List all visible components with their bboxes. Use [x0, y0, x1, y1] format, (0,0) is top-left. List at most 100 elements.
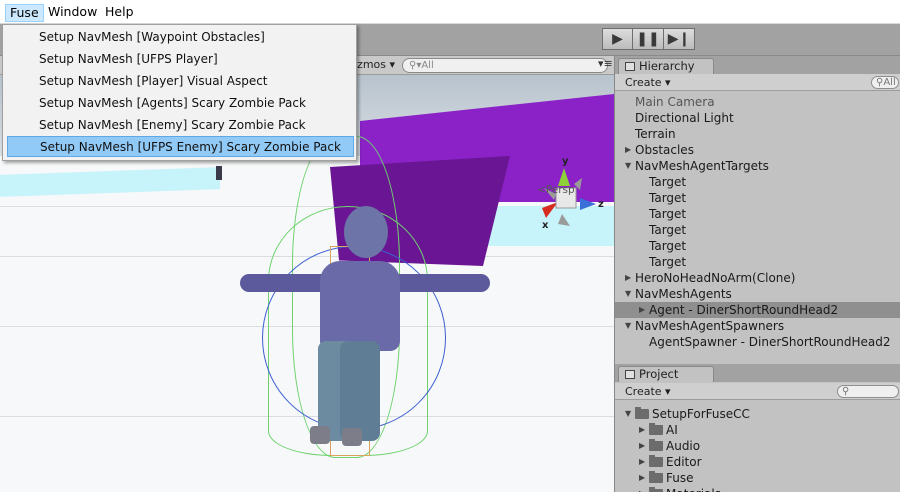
play-button[interactable]: ▶ — [602, 28, 633, 50]
hierarchy-row[interactable]: ▼ NavMeshAgents — [615, 286, 900, 302]
fuse-dropdown-menu: Setup NavMesh [Waypoint Obstacles] Setup… — [2, 24, 357, 161]
project-row[interactable]: ▶ AI — [615, 422, 900, 438]
hierarchy-row-label: Agent - DinerShortRoundHead2 — [649, 303, 839, 317]
axis-gizmo-icon: y z x — [542, 156, 604, 231]
hierarchy-tabbar: Hierarchy — [615, 56, 900, 74]
hierarchy-row[interactable]: Main Camera — [615, 94, 900, 110]
hierarchy-row-label: HeroNoHeadNoArm(Clone) — [635, 271, 796, 285]
hierarchy-row-label: NavMeshAgents — [635, 287, 732, 301]
hierarchy-search-input[interactable]: ⚲All — [871, 76, 899, 89]
menu-item-agents-zombie[interactable]: Setup NavMesh [Agents] Scary Zombie Pack — [7, 93, 354, 114]
hierarchy-tab-label: Hierarchy — [639, 59, 695, 73]
hierarchy-row[interactable]: ▼ NavMeshAgentSpawners — [615, 318, 900, 334]
play-icon: ▶ — [612, 31, 623, 47]
step-icon: ▶❙ — [667, 31, 691, 47]
project-row-label: Fuse — [666, 471, 694, 485]
expand-down-icon[interactable]: ▼ — [625, 406, 631, 422]
hierarchy-create-button[interactable]: Create ▾ — [625, 76, 671, 89]
menu-item-ufps-enemy-zombie[interactable]: Setup NavMesh [UFPS Enemy] Scary Zombie … — [7, 136, 354, 157]
expand-right-icon[interactable]: ▶ — [639, 470, 645, 486]
folder-icon — [649, 455, 663, 467]
hierarchy-row-label: Target — [649, 255, 687, 269]
scene-search-placeholder: All — [421, 60, 434, 71]
hierarchy-row[interactable]: Target — [615, 206, 900, 222]
hierarchy-row-label: NavMeshAgentTargets — [635, 159, 769, 173]
folder-icon — [649, 423, 663, 435]
hierarchy-row[interactable]: ▶ HeroNoHeadNoArm(Clone) — [615, 270, 900, 286]
hierarchy-row-label: Target — [649, 223, 687, 237]
menu-bar: Fuse Window Help — [0, 0, 900, 24]
hierarchy-row[interactable]: Terrain — [615, 126, 900, 142]
hierarchy-row[interactable]: Directional Light — [615, 110, 900, 126]
hierarchy-row[interactable]: ▶ Agent - DinerShortRoundHead2 — [615, 302, 900, 318]
menu-fuse[interactable]: Fuse — [5, 4, 44, 22]
search-icon: ⚲ — [842, 386, 850, 397]
axis-y-label: y — [562, 156, 569, 167]
hierarchy-panel: Hierarchy Create ▾ ⚲All Main Camera Direc… — [614, 56, 900, 364]
hierarchy-row[interactable]: Target — [615, 238, 900, 254]
menu-item-enemy-zombie[interactable]: Setup NavMesh [Enemy] Scary Zombie Pack — [7, 115, 354, 136]
axis-x-label: x — [542, 220, 549, 231]
project-row[interactable]: ▼ SetupForFuseCC — [615, 406, 900, 422]
tab-project[interactable]: Project — [618, 366, 714, 382]
menu-item-ufps-player[interactable]: Setup NavMesh [UFPS Player] — [7, 49, 354, 70]
project-row[interactable]: ▶ Materials — [615, 486, 900, 492]
expand-right-icon[interactable]: ▶ — [639, 486, 645, 492]
hierarchy-row-label: NavMeshAgentSpawners — [635, 319, 785, 333]
project-row[interactable]: ▶ Audio — [615, 438, 900, 454]
persp-text: Persp — [545, 184, 575, 196]
expand-down-icon[interactable]: ▼ — [625, 286, 631, 302]
pause-icon: ❚❚ — [636, 31, 660, 47]
hierarchy-row[interactable]: AgentSpawner - DinerShortRoundHead2 — [615, 334, 900, 350]
gizmos-label: izmos — [354, 58, 387, 71]
project-create-label: Create — [625, 385, 662, 398]
project-create-button[interactable]: Create ▾ — [625, 385, 671, 398]
project-row[interactable]: ▶ Fuse — [615, 470, 900, 486]
hierarchy-row-label: Main Camera — [635, 95, 715, 109]
hierarchy-row[interactable]: Target — [615, 254, 900, 270]
expand-right-icon[interactable]: ▶ — [639, 422, 645, 438]
step-button[interactable]: ▶❙ — [664, 28, 695, 50]
project-tab-label: Project — [639, 367, 679, 381]
hierarchy-row[interactable]: Target — [615, 174, 900, 190]
project-row-label: SetupForFuseCC — [652, 407, 750, 421]
expand-right-icon[interactable]: ▶ — [625, 142, 631, 158]
folder-icon — [649, 439, 663, 451]
gizmos-dropdown[interactable]: izmos ▾ — [354, 58, 395, 71]
hierarchy-row[interactable]: Target — [615, 222, 900, 238]
panel-menu-icon[interactable]: ▾≡ — [598, 57, 613, 70]
search-icon: ⚲▾ — [409, 60, 422, 71]
distant-figure — [216, 166, 222, 180]
project-row[interactable]: ▶ Editor — [615, 454, 900, 470]
expand-right-icon[interactable]: ▶ — [639, 454, 645, 470]
hierarchy-row[interactable]: Target — [615, 190, 900, 206]
character-foot — [342, 428, 362, 446]
character-leg — [340, 341, 380, 441]
expand-down-icon[interactable]: ▼ — [625, 318, 631, 334]
menu-item-waypoint-obstacles[interactable]: Setup NavMesh [Waypoint Obstacles] — [7, 27, 354, 48]
hierarchy-search-placeholder: All — [883, 77, 896, 88]
projection-label[interactable]: <Persp — [537, 184, 575, 196]
expand-right-icon[interactable]: ▶ — [639, 302, 645, 318]
project-row-label: Materials — [666, 486, 721, 492]
pause-button[interactable]: ❚❚ — [633, 28, 664, 50]
character-torso — [320, 261, 400, 351]
hierarchy-row[interactable]: ▼ NavMeshAgentTargets — [615, 158, 900, 174]
menu-item-player-visual-aspect[interactable]: Setup NavMesh [Player] Visual Aspect — [7, 71, 354, 92]
hierarchy-row[interactable]: ▶ Obstacles — [615, 142, 900, 158]
expand-right-icon[interactable]: ▶ — [639, 438, 645, 454]
expand-down-icon[interactable]: ▼ — [625, 158, 631, 174]
orientation-gizmo[interactable]: y z x — [530, 156, 610, 236]
expand-right-icon[interactable]: ▶ — [625, 270, 631, 286]
hierarchy-row-label: Target — [649, 207, 687, 221]
character-foot — [310, 426, 330, 444]
folder-icon — [649, 471, 663, 483]
menu-help[interactable]: Help — [101, 4, 138, 22]
menu-window[interactable]: Window — [44, 4, 101, 22]
project-search-input[interactable]: ⚲ — [837, 385, 899, 398]
create-label: Create — [625, 76, 662, 89]
scene-search-input[interactable]: ⚲▾All — [402, 58, 608, 73]
project-toolbar: Create ▾ ⚲ — [615, 383, 900, 400]
axis-z-label: z — [598, 199, 604, 210]
tab-hierarchy[interactable]: Hierarchy — [618, 58, 714, 74]
